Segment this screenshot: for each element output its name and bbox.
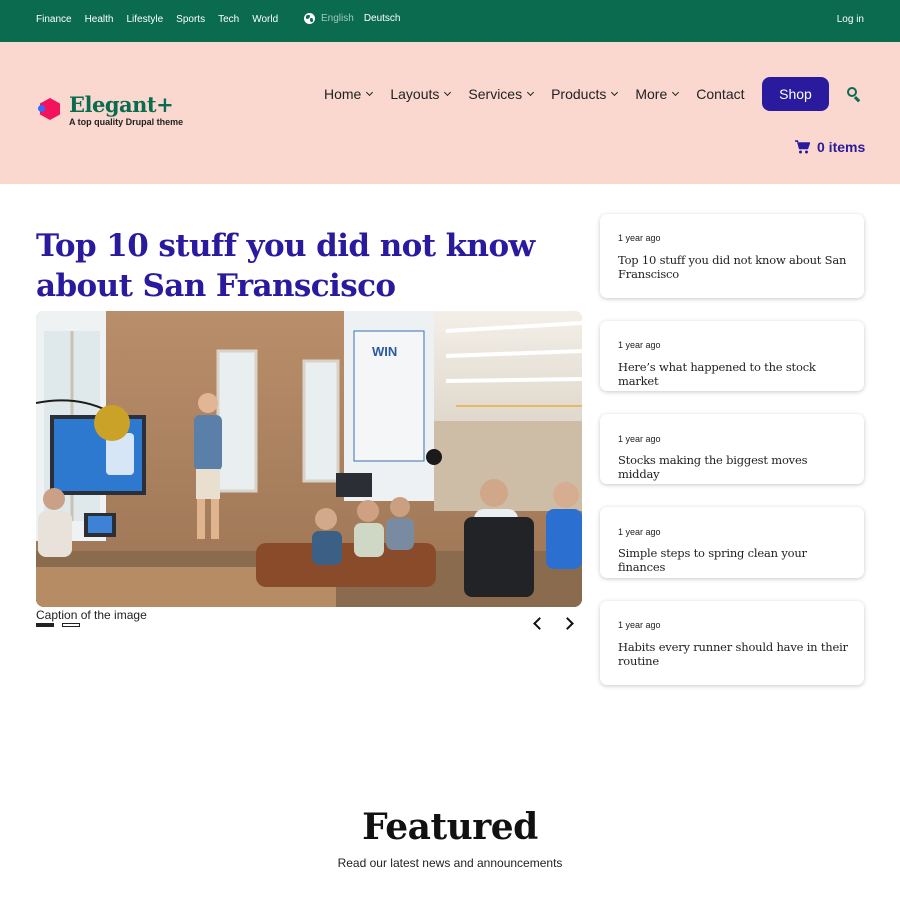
nav-item-label: Services bbox=[468, 86, 523, 102]
chevron-left-icon[interactable] bbox=[529, 615, 545, 631]
card-timestamp: 1 year ago bbox=[618, 527, 661, 537]
sidebar-card[interactable]: 1 year ago Stocks making the biggest mov… bbox=[600, 414, 864, 484]
top-link-lifestyle[interactable]: Lifestyle bbox=[126, 14, 163, 25]
cart-link[interactable]: 0 items bbox=[795, 139, 865, 155]
card-title[interactable]: Simple steps to spring clean your financ… bbox=[618, 546, 850, 574]
svg-text:WIN: WIN bbox=[372, 344, 397, 359]
main-navigation: Home Layouts Services Products More Cont… bbox=[324, 86, 763, 102]
card-timestamp: 1 year ago bbox=[618, 233, 661, 243]
hero-image[interactable]: WIN bbox=[36, 311, 582, 607]
card-timestamp: 1 year ago bbox=[618, 620, 661, 630]
top-category-links: Finance Health Lifestyle Sports Tech Wor… bbox=[36, 14, 291, 25]
shop-button[interactable]: Shop bbox=[762, 77, 829, 111]
featured-heading: Featured bbox=[362, 806, 538, 848]
chevron-down-icon bbox=[527, 88, 535, 97]
card-title[interactable]: Stocks making the biggest moves midday bbox=[618, 453, 850, 481]
cart-count: 0 items bbox=[817, 139, 866, 155]
globe-icon bbox=[304, 13, 315, 24]
top-link-sports[interactable]: Sports bbox=[176, 14, 205, 25]
nav-item-home[interactable]: Home bbox=[324, 86, 374, 102]
logo-icon[interactable] bbox=[38, 97, 60, 121]
chevron-down-icon bbox=[611, 88, 619, 97]
card-timestamp: 1 year ago bbox=[618, 340, 661, 350]
card-title[interactable]: Habits every runner should have in their… bbox=[618, 640, 850, 668]
top-link-finance[interactable]: Finance bbox=[36, 14, 72, 25]
chevron-down-icon bbox=[444, 88, 452, 97]
nav-item-products[interactable]: Products bbox=[551, 86, 619, 102]
nav-item-label: Home bbox=[324, 86, 362, 102]
sidebar-card[interactable]: 1 year ago Here’s what happened to the s… bbox=[600, 321, 864, 391]
nav-item-label: More bbox=[635, 86, 668, 102]
slider-dot-1[interactable] bbox=[36, 623, 54, 627]
card-timestamp: 1 year ago bbox=[618, 434, 661, 444]
slider-indicators bbox=[36, 623, 80, 627]
sidebar-card[interactable]: 1 year ago Top 10 stuff you did not know… bbox=[600, 214, 864, 298]
nav-item-label: Layouts bbox=[390, 86, 440, 102]
logo-dot bbox=[38, 105, 45, 112]
nav-item-label: Products bbox=[551, 86, 607, 102]
nav-item-contact[interactable]: Contact bbox=[696, 86, 744, 102]
chevron-right-icon[interactable] bbox=[561, 615, 577, 631]
office-presentation-photo: WIN bbox=[36, 311, 582, 607]
featured-subtitle: Read our latest news and announcements bbox=[337, 856, 563, 870]
image-caption: Caption of the image bbox=[36, 608, 147, 622]
language-english[interactable]: English bbox=[321, 13, 354, 24]
site-name[interactable]: Elegant+ bbox=[69, 92, 174, 117]
login-link[interactable]: Log in bbox=[837, 14, 864, 25]
article-title[interactable]: Top 10 stuff you did not know about San … bbox=[36, 226, 586, 306]
top-bar: Finance Health Lifestyle Sports Tech Wor… bbox=[0, 0, 900, 42]
sidebar-card[interactable]: 1 year ago Simple steps to spring clean … bbox=[600, 507, 864, 578]
top-link-health[interactable]: Health bbox=[85, 14, 114, 25]
top-link-tech[interactable]: Tech bbox=[218, 14, 239, 25]
nav-item-layouts[interactable]: Layouts bbox=[390, 86, 452, 102]
nav-item-label: Contact bbox=[696, 86, 745, 102]
nav-item-services[interactable]: Services bbox=[468, 86, 535, 102]
language-deutsch[interactable]: Deutsch bbox=[364, 13, 401, 24]
chevron-down-icon bbox=[366, 88, 374, 97]
sidebar-card[interactable]: 1 year ago Habits every runner should ha… bbox=[600, 601, 864, 685]
language-switcher: English Deutsch bbox=[304, 13, 401, 24]
site-tagline: A top quality Drupal theme bbox=[69, 117, 184, 127]
search-icon[interactable] bbox=[847, 87, 861, 103]
cart-icon bbox=[795, 140, 810, 154]
nav-item-more[interactable]: More bbox=[635, 86, 680, 102]
slider-dot-2[interactable] bbox=[62, 623, 80, 627]
card-title[interactable]: Here’s what happened to the stock market bbox=[618, 360, 850, 388]
card-title[interactable]: Top 10 stuff you did not know about San … bbox=[618, 253, 850, 281]
top-link-world[interactable]: World bbox=[252, 14, 278, 25]
chevron-down-icon bbox=[672, 88, 680, 97]
